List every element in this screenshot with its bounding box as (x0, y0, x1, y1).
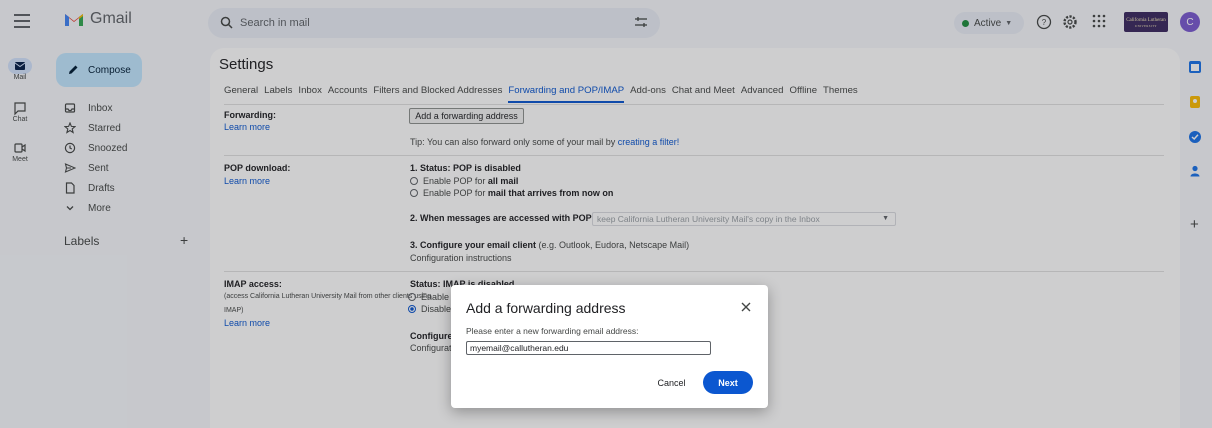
dialog-title: Add a forwarding address (466, 300, 626, 316)
forwarding-email-input[interactable] (466, 341, 711, 355)
next-button[interactable]: Next (703, 371, 753, 394)
cancel-button[interactable]: Cancel (649, 372, 694, 394)
dialog-label: Please enter a new forwarding email addr… (466, 326, 639, 336)
close-icon[interactable] (740, 301, 752, 313)
forwarding-dialog: Add a forwarding address Please enter a … (451, 285, 768, 408)
